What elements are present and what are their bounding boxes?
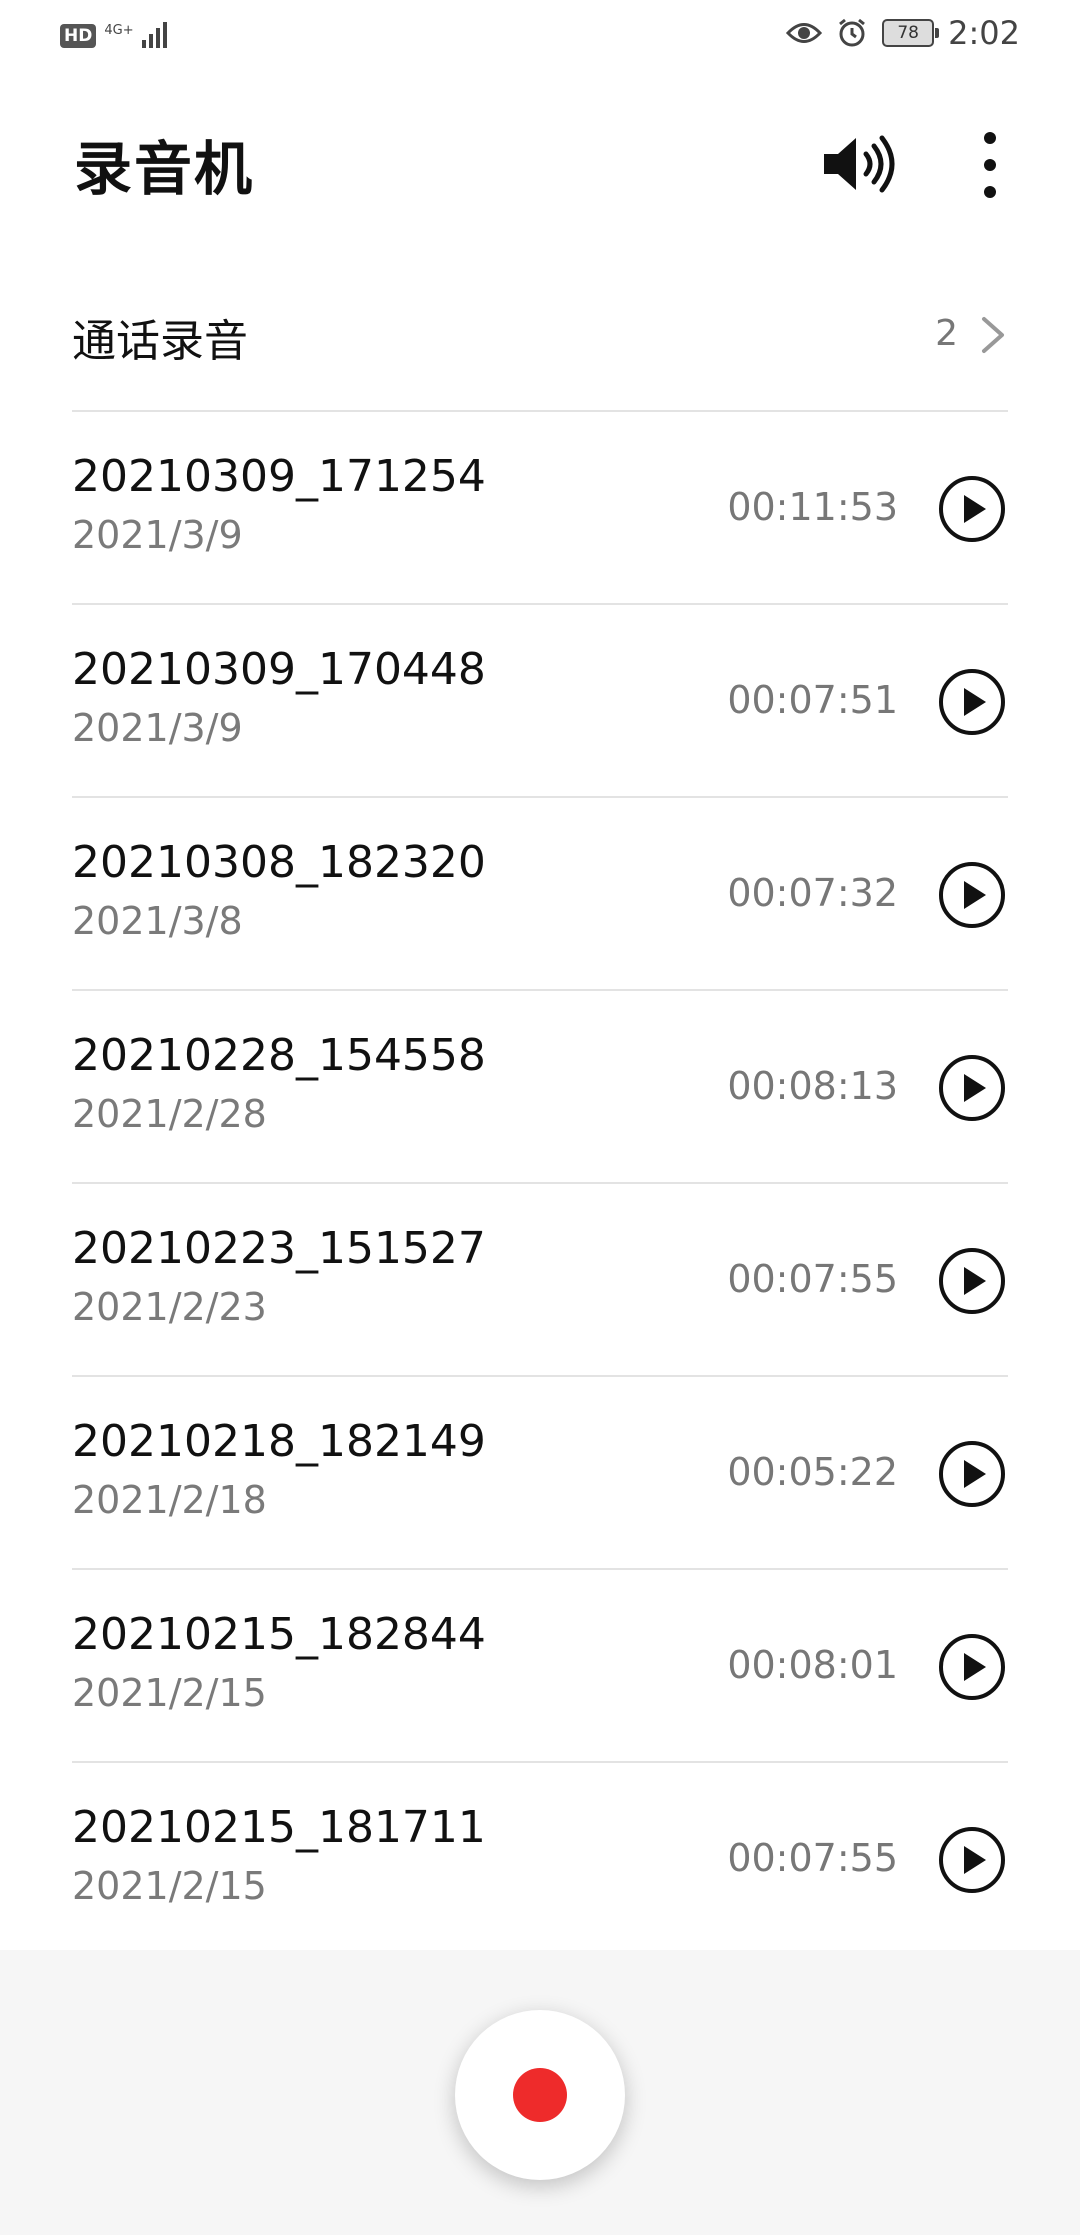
status-right: 78 2:02: [786, 14, 1020, 52]
divider: [72, 796, 1008, 798]
status-left: HD 4G+: [60, 18, 167, 48]
play-icon[interactable]: [938, 668, 1006, 736]
recording-name: 20210223_151527: [72, 1223, 486, 1274]
eye-icon: [786, 23, 823, 43]
chevron-right-icon: [982, 317, 1004, 353]
recording-duration: 00:05:22: [727, 1450, 898, 1494]
divider: [72, 410, 1008, 412]
divider: [72, 1568, 1008, 1570]
divider: [72, 603, 1008, 605]
record-button[interactable]: [455, 2010, 625, 2180]
record-dot-icon: [513, 2068, 567, 2122]
list-item[interactable]: 20210228_154558 2021/2/28 00:08:13: [72, 992, 1008, 1184]
recording-duration: 00:07:55: [727, 1836, 898, 1880]
recording-duration: 00:07:55: [727, 1257, 898, 1301]
list-item[interactable]: 20210308_182320 2021/3/8 00:07:32: [72, 799, 1008, 991]
divider: [72, 1761, 1008, 1763]
list-item[interactable]: 20210215_182844 2021/2/15 00:08:01: [72, 1571, 1008, 1763]
play-icon[interactable]: [938, 1826, 1006, 1894]
hd-badge: HD: [60, 24, 97, 48]
recording-date: 2021/2/15: [72, 1864, 267, 1908]
call-recordings-count: 2: [935, 313, 958, 354]
battery-indicator: 78: [882, 19, 940, 47]
list-item[interactable]: 20210309_171254 2021/3/9 00:11:53: [72, 413, 1008, 605]
recording-duration: 00:07:32: [727, 871, 898, 915]
recording-name: 20210309_170448: [72, 644, 486, 695]
speaker-icon[interactable]: [820, 132, 900, 196]
recording-date: 2021/3/8: [72, 899, 243, 943]
recording-date: 2021/2/23: [72, 1285, 267, 1329]
network-type: 4G+: [104, 23, 134, 38]
recording-date: 2021/2/28: [72, 1092, 267, 1136]
recording-name: 20210308_182320: [72, 837, 486, 888]
divider: [72, 989, 1008, 991]
divider: [72, 1182, 1008, 1184]
signal-icon: [141, 18, 167, 48]
page-title: 录音机: [74, 135, 255, 203]
recording-date: 2021/3/9: [72, 706, 243, 750]
play-icon[interactable]: [938, 861, 1006, 929]
recording-name: 20210309_171254: [72, 451, 486, 502]
recording-date: 2021/3/9: [72, 513, 243, 557]
recording-name: 20210215_182844: [72, 1609, 486, 1660]
call-recordings-row[interactable]: 通话录音 2: [72, 275, 1008, 395]
list-item[interactable]: 20210215_181711 2021/2/15 00:07:55: [72, 1764, 1008, 1956]
play-icon[interactable]: [938, 1440, 1006, 1508]
recording-name: 20210218_182149: [72, 1416, 486, 1467]
call-recordings-label: 通话录音: [72, 316, 248, 367]
recording-name: 20210215_181711: [72, 1802, 486, 1853]
list-item[interactable]: 20210309_170448 2021/3/9 00:07:51: [72, 606, 1008, 798]
recording-date: 2021/2/15: [72, 1671, 267, 1715]
recording-name: 20210228_154558: [72, 1030, 486, 1081]
recording-duration: 00:08:13: [727, 1064, 898, 1108]
app-header: 录音机: [0, 110, 1080, 210]
play-icon[interactable]: [938, 1247, 1006, 1315]
alarm-icon: [839, 18, 866, 47]
more-vertical-icon[interactable]: [968, 126, 1012, 204]
play-icon[interactable]: [938, 1054, 1006, 1122]
status-bar: HD 4G+ 78 2:02: [0, 0, 1080, 76]
list-item[interactable]: 20210218_182149 2021/2/18 00:05:22: [72, 1378, 1008, 1570]
play-icon[interactable]: [938, 475, 1006, 543]
play-icon[interactable]: [938, 1633, 1006, 1701]
recording-duration: 00:07:51: [727, 678, 898, 722]
recording-duration: 00:08:01: [727, 1643, 898, 1687]
status-time: 2:02: [948, 14, 1020, 52]
recording-duration: 00:11:53: [727, 485, 898, 529]
bottom-bar: [0, 1950, 1080, 2235]
recording-date: 2021/2/18: [72, 1478, 267, 1522]
divider: [72, 1375, 1008, 1377]
list-item[interactable]: 20210223_151527 2021/2/23 00:07:55: [72, 1185, 1008, 1377]
